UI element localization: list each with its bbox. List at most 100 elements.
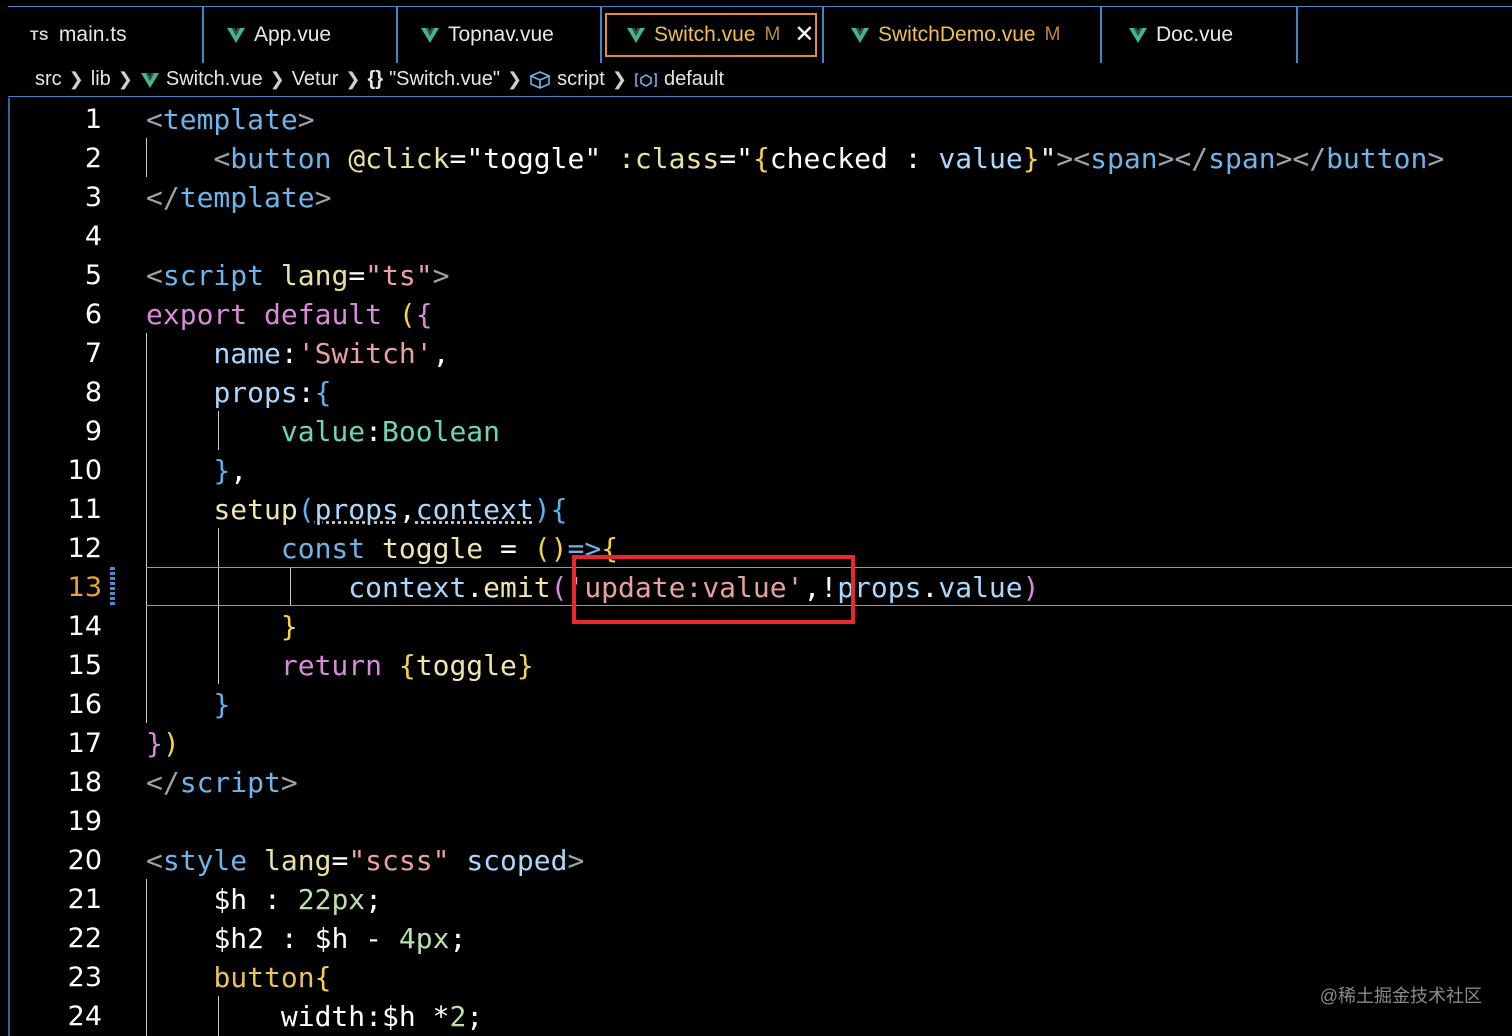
tab-app-vue[interactable]: App.vue xyxy=(204,7,398,63)
tab-topnav-vue[interactable]: Topnav.vue xyxy=(398,7,602,63)
breadcrumb-vetur[interactable]: Vetur xyxy=(292,68,339,91)
chevron-right-icon: ❯ xyxy=(117,69,133,89)
breadcrumb-label: default xyxy=(663,68,725,90)
code-text: export default ({ xyxy=(146,298,433,331)
code-text: }) xyxy=(146,727,180,760)
watermark: @稀土掘金技术社区 xyxy=(1319,986,1482,1006)
chevron-right-icon: ❯ xyxy=(506,69,523,89)
breadcrumb-script[interactable]: script xyxy=(529,68,605,91)
code-text: <button @click="toggle" :class="{checked… xyxy=(213,142,1445,175)
tab-label: Doc.vue xyxy=(1156,23,1234,46)
modified-indicator: M xyxy=(764,24,781,45)
breadcrumb-src[interactable]: src xyxy=(35,68,62,91)
chevron-right-icon: ❯ xyxy=(269,69,285,89)
breadcrumb-label: src xyxy=(35,68,62,90)
vue-icon xyxy=(851,28,869,43)
code-text: </template> xyxy=(146,181,332,214)
code-text: name:'Switch', xyxy=(213,337,450,370)
code-line: 3 </template> xyxy=(10,178,1512,217)
code-line: 11 setup(props,context){ xyxy=(10,490,1512,529)
line-number: 23 xyxy=(67,962,102,993)
breadcrumb-label: "Switch.vue" xyxy=(389,68,500,90)
tab-label: main.ts xyxy=(58,23,127,46)
code-text: props:{ xyxy=(213,376,332,409)
line-number: 11 xyxy=(67,494,102,525)
code-line: 18 </script> xyxy=(10,763,1512,802)
line-number: 8 xyxy=(84,377,102,408)
chevron-right-icon: ❯ xyxy=(611,69,627,89)
code-line: 19 xyxy=(10,802,1512,841)
chevron-right-icon: ❯ xyxy=(345,69,361,89)
line-number: 24 xyxy=(67,1001,102,1032)
code-text: <style lang="scss" scoped> xyxy=(146,844,585,877)
line-number: 4 xyxy=(84,221,102,252)
tab-label: Topnav.vue xyxy=(448,23,554,46)
tab-switchdemo-vue[interactable]: SwitchDemo.vue M xyxy=(824,7,1102,63)
chevron-right-icon: ❯ xyxy=(68,69,84,89)
tab-doc-vue[interactable]: Doc.vue xyxy=(1102,7,1298,63)
breadcrumb: src ❯ lib ❯ Switch.vue ❯ Vetur ❯ {} "Swi… xyxy=(8,63,1512,97)
variable-icon xyxy=(635,72,657,87)
code-text: width:$h *2; xyxy=(280,1000,484,1033)
vue-icon xyxy=(140,72,159,88)
breadcrumb-default[interactable]: default xyxy=(634,68,724,91)
code-line: 9 value:Boolean xyxy=(10,412,1512,451)
tab-label: Switch.vue xyxy=(654,23,756,46)
line-number: 18 xyxy=(67,767,102,798)
line-number: 19 xyxy=(67,806,102,837)
highlight-annotation-box xyxy=(572,555,855,624)
tab-bar: TS main.ts App.vue Topnav.vue Switch.vue… xyxy=(8,6,1512,64)
code-line: 1 <template> xyxy=(10,100,1512,139)
breadcrumb-label: lib xyxy=(90,68,111,90)
code-line: 22 $h2 : $h - 4px; xyxy=(10,919,1512,958)
tab-main-ts[interactable]: TS main.ts xyxy=(8,7,204,63)
code-text: return {toggle} xyxy=(280,649,534,682)
breadcrumb-switch-object[interactable]: {} "Switch.vue" xyxy=(367,68,500,91)
line-number: 9 xyxy=(84,416,102,447)
code-text: const toggle = ()=>{ xyxy=(280,532,619,565)
code-text: <template> xyxy=(146,103,315,136)
code-line: 7 name:'Switch', xyxy=(10,334,1512,373)
vue-icon xyxy=(1129,28,1147,43)
cube-icon xyxy=(529,70,552,89)
code-line: 16 } xyxy=(10,685,1512,724)
line-number: 1 xyxy=(84,104,102,135)
code-line: 4 xyxy=(10,217,1512,256)
code-text: value:Boolean xyxy=(280,415,501,448)
line-number: 15 xyxy=(67,650,102,681)
line-number: 13 xyxy=(67,572,102,603)
typescript-icon: TS xyxy=(30,27,49,43)
code-line: 10 }, xyxy=(10,451,1512,490)
code-line: 24 width:$h *2; xyxy=(10,997,1512,1036)
line-number: 3 xyxy=(84,182,102,213)
tab-label: SwitchDemo.vue xyxy=(878,23,1036,46)
line-number: 10 xyxy=(67,455,102,486)
line-number: 5 xyxy=(84,260,102,291)
close-icon[interactable]: ✕ xyxy=(794,23,814,47)
breadcrumb-label: script xyxy=(557,68,605,90)
line-number: 17 xyxy=(67,728,102,759)
line-number: 2 xyxy=(84,143,102,174)
code-editor[interactable]: 1 <template> 2 <button @click="toggle" :… xyxy=(10,98,1512,1036)
code-text: setup(props,context){ xyxy=(213,493,568,526)
code-line: 2 <button @click="toggle" :class="{check… xyxy=(10,139,1512,178)
code-line: 15 return {toggle} xyxy=(10,646,1512,685)
line-number: 20 xyxy=(67,845,102,876)
code-text: </script> xyxy=(146,766,298,799)
code-text: $h2 : $h - 4px; xyxy=(213,922,467,955)
tab-label: App.vue xyxy=(254,23,332,46)
vue-icon xyxy=(227,28,245,43)
code-text: $h : 22px; xyxy=(213,883,383,916)
breadcrumb-switch-vue[interactable]: Switch.vue xyxy=(140,68,263,91)
code-line: 17 }) xyxy=(10,724,1512,763)
line-number: 21 xyxy=(67,884,102,915)
line-number: 7 xyxy=(84,338,102,369)
breadcrumb-lib[interactable]: lib xyxy=(91,68,111,91)
tab-switch-vue[interactable]: Switch.vue M ✕ xyxy=(602,7,824,63)
vue-icon xyxy=(421,28,439,43)
line-number: 22 xyxy=(67,923,102,954)
code-line: 8 props:{ xyxy=(10,373,1512,412)
line-number: 6 xyxy=(84,299,102,330)
breadcrumb-label: Vetur xyxy=(291,68,339,90)
line-number: 12 xyxy=(67,533,102,564)
